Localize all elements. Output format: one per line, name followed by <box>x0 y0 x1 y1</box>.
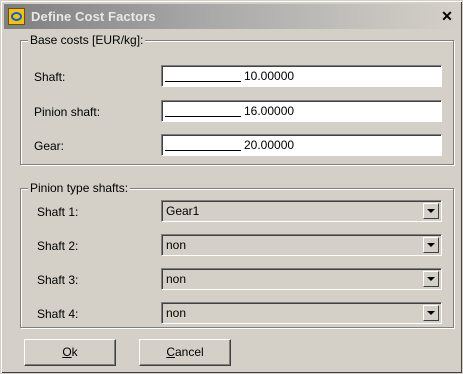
cancel-label-rest: ancel <box>174 345 204 359</box>
shaft-1-value: Gear1 <box>166 204 200 218</box>
shaft-4-select[interactable]: non <box>161 302 442 324</box>
dialog-window: Define Cost Factors ✕ Base costs [EUR/kg… <box>0 0 463 374</box>
window-title: Define Cost Factors <box>31 9 156 24</box>
shaft-2-select[interactable]: non <box>161 234 442 256</box>
pinion-shaft-cost-field[interactable]: 16.00000 <box>161 100 442 122</box>
field-underscore <box>165 81 241 82</box>
shaft-1-label: Shaft 1: <box>37 205 79 219</box>
ok-accel: O <box>62 345 72 359</box>
base-costs-legend: Base costs [EUR/kg]: <box>28 33 146 47</box>
app-icon <box>8 8 25 25</box>
shaft-2-label: Shaft 2: <box>37 239 79 253</box>
shaft-cost-field[interactable]: 10.00000 <box>161 65 442 87</box>
shaft-4-value: non <box>166 306 187 320</box>
shaft-3-value: non <box>166 272 187 286</box>
cancel-accel: C <box>166 345 175 359</box>
close-button[interactable]: ✕ <box>439 8 455 24</box>
shaft-3-select[interactable]: non <box>161 268 442 290</box>
gear-cost-value: 20.00000 <box>244 138 295 152</box>
shaft-cost-value: 10.00000 <box>244 69 295 83</box>
shaft-2-value: non <box>166 238 187 252</box>
field-underscore <box>165 150 241 151</box>
pinion-shaft-cost-label: Pinion shaft: <box>34 105 101 119</box>
shaft-cost-label: Shaft: <box>34 70 66 84</box>
ok-label-rest: k <box>71 345 78 359</box>
gear-cost-label: Gear: <box>34 139 65 153</box>
chevron-down-icon[interactable] <box>423 237 439 253</box>
chevron-down-icon[interactable] <box>423 305 439 321</box>
chevron-down-icon[interactable] <box>423 271 439 287</box>
pinion-shafts-legend: Pinion type shafts: <box>28 181 131 195</box>
field-underscore <box>165 116 241 117</box>
ok-button[interactable]: Ok <box>24 339 116 366</box>
shaft-1-select[interactable]: Gear1 <box>161 200 442 222</box>
cancel-button[interactable]: Cancel <box>139 339 231 366</box>
title-bar[interactable]: Define Cost Factors ✕ <box>4 4 457 29</box>
pinion-shaft-cost-value: 16.00000 <box>244 104 295 118</box>
shaft-3-label: Shaft 3: <box>37 273 79 287</box>
chevron-down-icon[interactable] <box>423 203 439 219</box>
gear-cost-field[interactable]: 20.00000 <box>161 134 442 156</box>
shaft-4-label: Shaft 4: <box>37 307 79 321</box>
